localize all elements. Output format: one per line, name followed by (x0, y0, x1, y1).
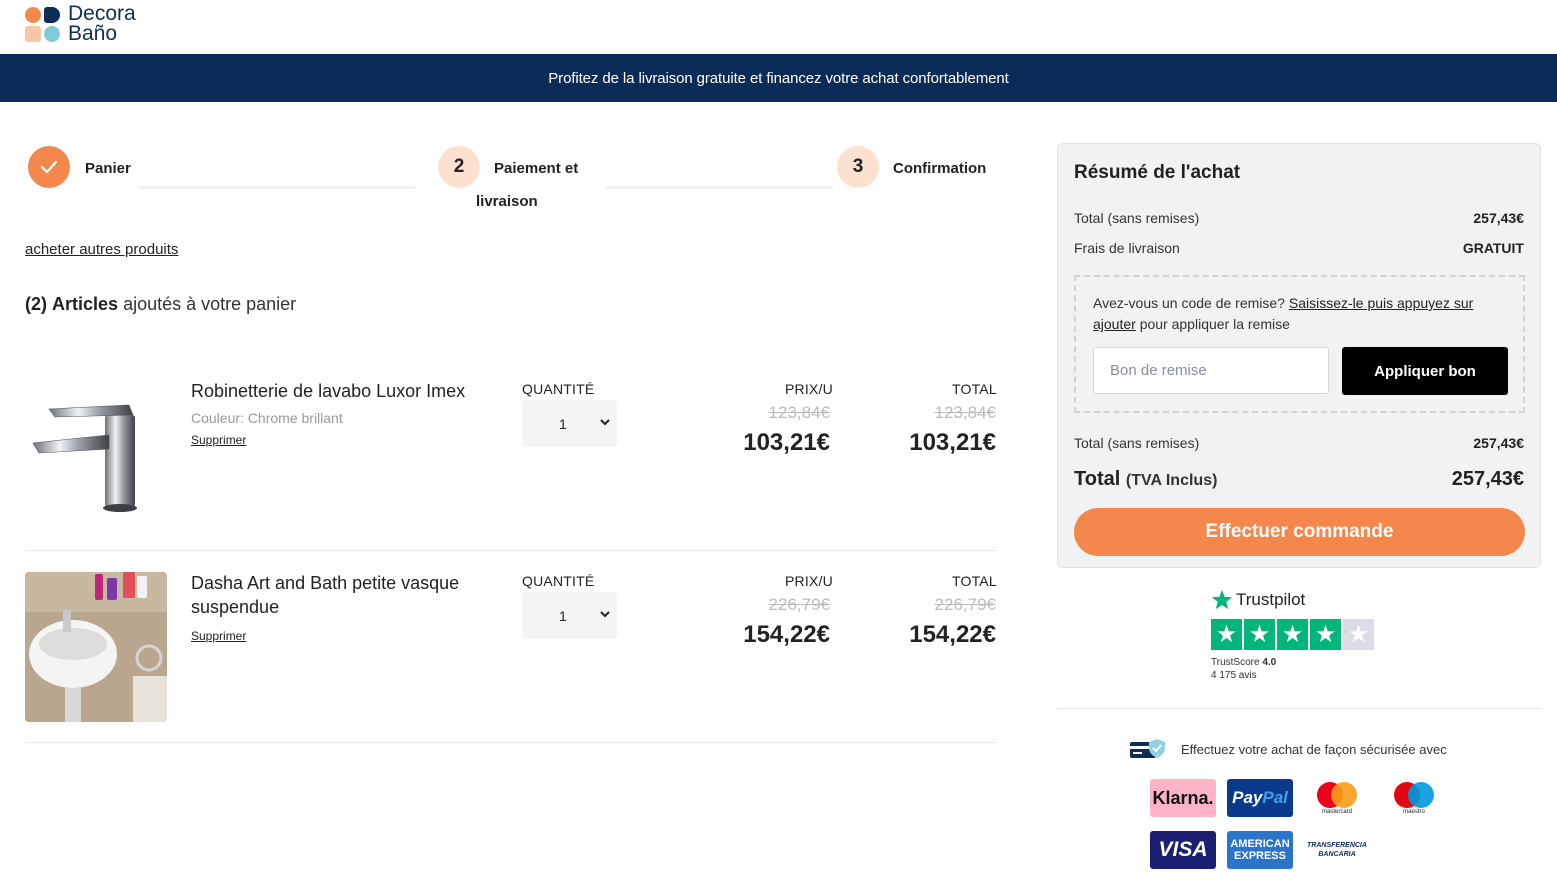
promo-code-input[interactable] (1093, 347, 1329, 394)
unit-price: 154,22€ (743, 621, 830, 648)
rating-star-icon: ★ (1310, 619, 1341, 650)
quantity-value: 1 (559, 415, 567, 432)
original-line-total: 123,84€ (934, 403, 996, 422)
cart-item: Robinetterie de lavabo Luxor Imex Couleu… (25, 370, 997, 530)
subtotal-row-2: Total (sans remises) 257,43€ (1074, 435, 1524, 451)
step-2-number: 2 (438, 146, 480, 188)
continue-shopping-link[interactable]: acheter autres produits (25, 241, 178, 258)
header: Decora Baño (0, 0, 1557, 54)
cart-count: (2) (25, 294, 47, 314)
cart-item: Dasha Art and Bath petite vasque suspend… (25, 562, 997, 732)
product-name[interactable]: Dasha Art and Bath petite vasque suspend… (191, 571, 491, 619)
vat-note: (TVA Inclus) (1125, 472, 1218, 489)
bank-transfer-logo: TRANSFERENCIA BANCARIA (1307, 842, 1367, 858)
summary-title: Résumé de l'achat (1074, 162, 1241, 183)
amex-logo: AMERICAN EXPRESS (1227, 831, 1293, 869)
place-order-button[interactable]: Effectuer commande (1074, 508, 1525, 556)
quantity-header: QUANTITÉ (522, 573, 595, 589)
step-payment-label: Paiement et (494, 160, 579, 177)
brand-line-1: Decora (68, 2, 136, 25)
mastercard-logo: mastercard (1304, 779, 1370, 817)
divider (25, 742, 997, 743)
quantity-select[interactable]: 1 (522, 592, 617, 639)
shipping-value: GRATUIT (1462, 240, 1524, 256)
product-image-faucet[interactable] (25, 375, 167, 525)
apply-promo-button[interactable]: Appliquer bon (1342, 347, 1508, 395)
cart-heading-bold: Articles (52, 294, 119, 314)
line-total: 103,21€ (909, 429, 996, 456)
unit-price: 103,21€ (743, 429, 830, 456)
check-icon (28, 146, 70, 188)
total-header: TOTAL (952, 381, 997, 397)
unit-price-header: PRIX/U (785, 381, 833, 397)
subtotal-value: 257,43€ (1473, 435, 1524, 451)
brand-logo[interactable]: Decora Baño (25, 2, 136, 45)
trustscore-label: TrustScore (1211, 657, 1260, 668)
rating-star-icon: ★ (1277, 619, 1308, 650)
original-line-total: 226,79€ (934, 595, 996, 614)
subtotal-value: 257,43€ (1473, 210, 1524, 226)
product-color: Couleur: Chrome brillant (191, 410, 343, 426)
original-unit-price: 226,79€ (768, 595, 830, 614)
grand-total-label: Total (1074, 468, 1121, 490)
line-total: 154,22€ (909, 621, 996, 648)
logo-mark-icon (25, 6, 60, 42)
promo-banner: Profitez de la livraison gratuite et fin… (0, 54, 1557, 102)
promo-code-box: Avez-vous un code de remise? Saisissez-l… (1074, 275, 1525, 413)
secure-payment-note: Effectuez votre achat de façon sécurisée… (1129, 738, 1447, 760)
trustpilot-rating: ★ ★ ★ ★ ★ (1211, 619, 1376, 650)
secure-card-icon (1130, 739, 1165, 758)
rating-star-icon: ★ (1244, 619, 1275, 650)
rating-star-icon: ★ (1343, 619, 1374, 650)
chevron-down-icon (600, 419, 610, 426)
review-count: 4 175 avis (1211, 670, 1257, 681)
visa-logo: VISA (1150, 831, 1216, 869)
step-confirmation-label: Confirmation (893, 160, 987, 177)
subtotal-label: Total (sans remises) (1074, 435, 1200, 451)
subtotal-label: Total (sans remises) (1074, 210, 1200, 226)
product-image-basin[interactable] (25, 572, 167, 722)
quantity-select[interactable]: 1 (522, 400, 617, 447)
subtotal-row: Total (sans remises) 257,43€ (1074, 210, 1524, 226)
cart-heading: (2) Articles ajoutés à votre panier (25, 294, 296, 315)
original-unit-price: 123,84€ (768, 403, 830, 422)
trustscore-value: 4.0 (1262, 657, 1277, 668)
step-3-number: 3 (837, 146, 879, 188)
trustpilot-star-icon (1211, 589, 1233, 610)
shipping-label: Frais de livraison (1074, 240, 1180, 256)
step-progress-line (139, 186, 415, 189)
rating-star-icon: ★ (1211, 619, 1242, 650)
paypal-logo: Pay Pal (1227, 779, 1293, 817)
chevron-down-icon (600, 611, 610, 618)
product-name[interactable]: Robinetterie de lavabo Luxor Imex (191, 379, 491, 403)
quantity-header: QUANTITÉ (522, 381, 595, 397)
step-progress-line-2 (605, 186, 833, 189)
quantity-value: 1 (559, 607, 567, 624)
divider (1057, 708, 1541, 709)
cart-heading-rest: ajoutés à votre panier (118, 294, 297, 314)
grand-total-value: 257,43€ (1451, 468, 1524, 490)
grand-total-row: Total (TVA Inclus) 257,43€ (1074, 468, 1524, 491)
trustpilot-name: Trustpilot (1236, 590, 1306, 609)
secure-payment-text: Effectuez votre achat de façon sécurisée… (1181, 741, 1447, 757)
shipping-row: Frais de livraison GRATUIT (1074, 240, 1524, 256)
order-summary: Résumé de l'achat Total (sans remises) 2… (1057, 143, 1541, 568)
step-cart-label: Panier (85, 160, 131, 177)
brand-line-2: Baño (68, 22, 118, 45)
remove-item-link[interactable]: Supprimer (191, 629, 246, 643)
maestro-logo: maestro (1381, 779, 1447, 817)
divider (25, 550, 997, 551)
step-payment-label-2: livraison (476, 193, 538, 210)
klarna-logo: Klarna. (1150, 779, 1216, 817)
remove-item-link[interactable]: Supprimer (191, 433, 246, 447)
promo-instructions: Avez-vous un code de remise? Saisissez-l… (1093, 295, 1474, 332)
trustpilot-widget[interactable]: Trustpilot ★ ★ ★ ★ ★ TrustScore 4.0 4 175 av… (1211, 589, 1376, 682)
unit-price-header: PRIX/U (785, 573, 833, 589)
total-header: TOTAL (952, 573, 997, 589)
